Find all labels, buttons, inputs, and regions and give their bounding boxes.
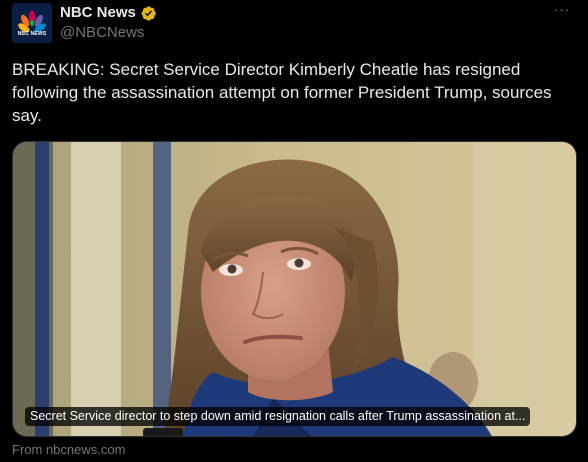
display-name[interactable]: NBC News (60, 3, 136, 23)
avatar[interactable]: NBC NEWS (12, 3, 52, 43)
card-caption: Secret Service director to step down ami… (25, 407, 531, 426)
author-row: NBC News (60, 3, 157, 23)
card-source[interactable]: From nbcnews.com (12, 441, 125, 458)
verified-badge-icon[interactable] (140, 5, 157, 22)
link-card[interactable]: Secret Service director to step down ami… (12, 141, 577, 437)
more-options-button[interactable]: ··· (550, 2, 574, 22)
nbc-peacock-icon (12, 3, 52, 43)
card-photo (13, 142, 576, 436)
avatar-text: NBC NEWS (17, 31, 47, 37)
handle[interactable]: @NBCNews (60, 23, 144, 43)
tweet: NBC NEWS NBC News @NBCNews ··· BREAKING:… (0, 0, 588, 462)
tweet-text: BREAKING: Secret Service Director Kimber… (12, 60, 552, 125)
